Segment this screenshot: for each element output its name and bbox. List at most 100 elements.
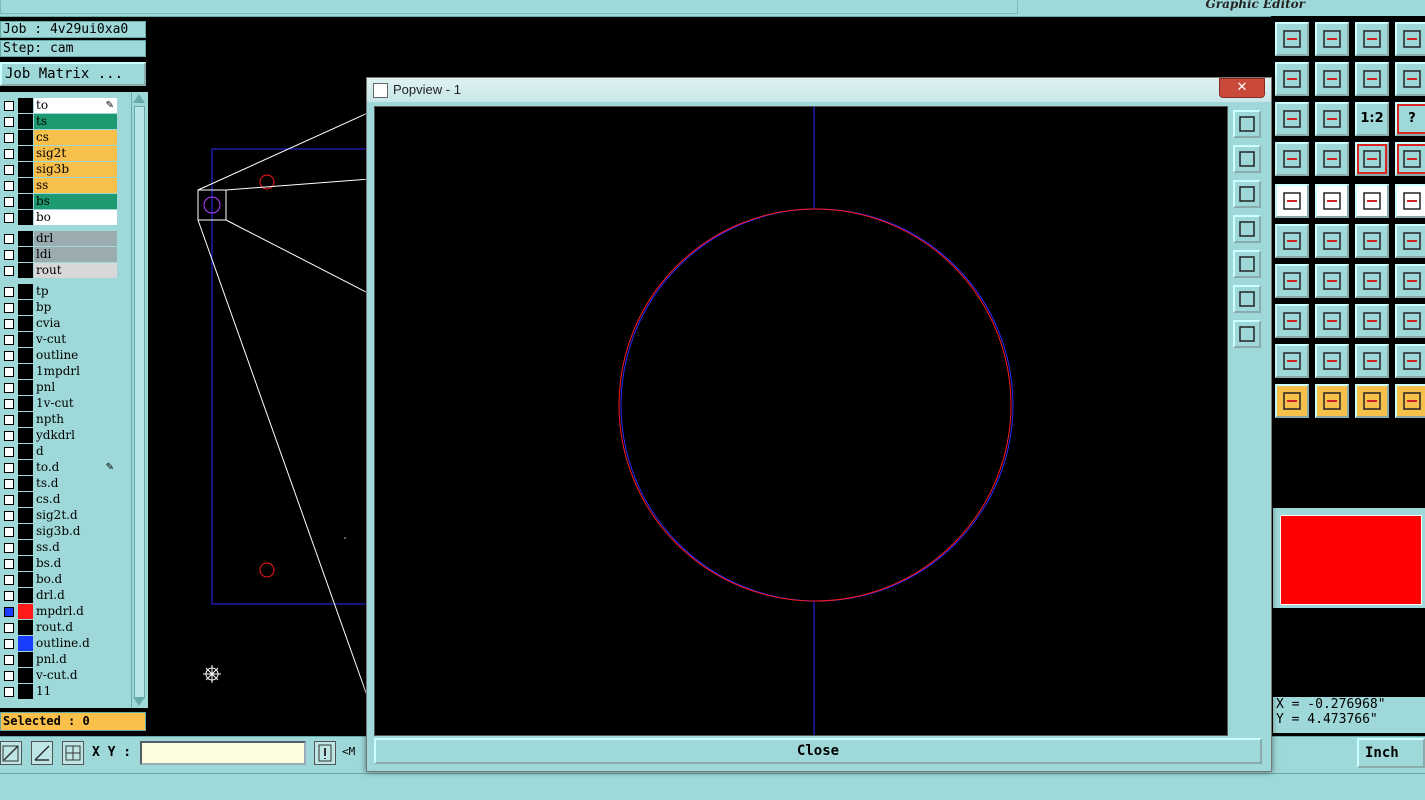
rect-select-icon[interactable] xyxy=(1315,184,1349,218)
layer-checkbox[interactable] xyxy=(4,527,14,537)
layer-checkbox[interactable] xyxy=(4,335,14,345)
layer-color-swatch[interactable] xyxy=(18,620,33,635)
layer-color-swatch[interactable] xyxy=(18,588,33,603)
layer-checkbox[interactable] xyxy=(4,463,14,473)
layer-checkbox[interactable] xyxy=(4,399,14,409)
layer-color-swatch[interactable] xyxy=(18,604,33,619)
layer-checkbox[interactable] xyxy=(4,181,14,191)
arc-icon[interactable] xyxy=(1355,344,1389,378)
route-icon[interactable] xyxy=(1395,384,1425,418)
layer-checkbox[interactable] xyxy=(4,266,14,276)
layer-checkbox[interactable] xyxy=(4,671,14,681)
layer-row[interactable]: ldi xyxy=(0,247,118,263)
netlist-icon[interactable] xyxy=(1355,142,1389,176)
scroll-thumb[interactable] xyxy=(134,106,145,698)
layer-color-swatch[interactable] xyxy=(18,114,33,129)
layer-checkbox[interactable] xyxy=(4,213,14,223)
layer-row[interactable]: bp xyxy=(0,300,118,316)
layer-checkbox[interactable] xyxy=(4,303,14,313)
layer-name[interactable]: sig2t.d xyxy=(34,508,117,523)
layer-row[interactable]: rout.d xyxy=(0,620,118,636)
layer-color-swatch[interactable] xyxy=(18,348,33,363)
netlist2-icon[interactable] xyxy=(1395,142,1425,176)
layer-color-swatch[interactable] xyxy=(18,178,33,193)
layer-name[interactable]: v-cut xyxy=(34,332,117,347)
popview-canvas[interactable] xyxy=(374,106,1228,736)
layer-row[interactable]: sig3b xyxy=(0,162,118,178)
layer-color-swatch[interactable] xyxy=(18,210,33,225)
layer-name[interactable]: sig3b xyxy=(34,162,117,177)
layer-checkbox[interactable] xyxy=(4,319,14,329)
layer-color-swatch[interactable] xyxy=(18,380,33,395)
layer-color-swatch[interactable] xyxy=(18,540,33,555)
layer-row[interactable]: npth xyxy=(0,412,118,428)
pointer2-icon[interactable] xyxy=(1315,384,1349,418)
layer-name[interactable]: tp xyxy=(34,284,117,299)
layer-name[interactable]: bs xyxy=(34,194,117,209)
layer-color-swatch[interactable] xyxy=(18,508,33,523)
layer-checkbox[interactable] xyxy=(4,591,14,601)
layer-row[interactable]: 1mpdrl xyxy=(0,364,118,380)
zoom-home-icon[interactable] xyxy=(1275,22,1309,56)
layer-color-swatch[interactable] xyxy=(18,194,33,209)
layer-checkbox[interactable] xyxy=(4,234,14,244)
rotate-icon[interactable] xyxy=(1355,264,1389,298)
zoom-in-icon[interactable] xyxy=(1315,22,1349,56)
layer-checkbox[interactable] xyxy=(4,197,14,207)
screen-icon[interactable] xyxy=(1395,22,1425,56)
layer-row[interactable]: to.d ✎ xyxy=(0,460,118,476)
layer-color-swatch[interactable] xyxy=(18,668,33,683)
pointer-icon[interactable] xyxy=(1275,384,1309,418)
layer-row[interactable]: sig2t.d xyxy=(0,508,118,524)
layer-name[interactable]: drl.d xyxy=(34,588,117,603)
layer-color-swatch[interactable] xyxy=(18,247,33,262)
pad-icon[interactable] xyxy=(1275,184,1309,218)
ruler-icon[interactable] xyxy=(1355,184,1389,218)
layer-checkbox[interactable] xyxy=(4,575,14,585)
layer-row[interactable]: 11 xyxy=(0,684,118,700)
layer-checkbox[interactable] xyxy=(4,687,14,697)
layer-color-swatch[interactable] xyxy=(18,460,33,475)
snap-icon[interactable] xyxy=(0,741,22,765)
layer-name[interactable]: npth xyxy=(34,412,117,427)
layer-name[interactable]: ts xyxy=(34,114,117,129)
layer-row[interactable]: ts.d xyxy=(0,476,118,492)
layer-name[interactable]: ldi xyxy=(34,247,117,262)
layer-color-swatch[interactable] xyxy=(18,396,33,411)
center-icon[interactable] xyxy=(1315,102,1349,136)
layer-checkbox[interactable] xyxy=(4,101,14,111)
layer-row[interactable]: ydkdrl xyxy=(0,428,118,444)
layer-checkbox[interactable] xyxy=(4,623,14,633)
layer-checkbox[interactable] xyxy=(4,149,14,159)
layer-checkbox[interactable] xyxy=(4,351,14,361)
popview-left-icon[interactable] xyxy=(1233,215,1261,243)
layer-name[interactable]: bs.d xyxy=(34,556,117,571)
layer-row[interactable]: drl.d xyxy=(0,588,118,604)
xy-input[interactable] xyxy=(140,741,306,765)
layer-name[interactable]: pnl xyxy=(34,380,117,395)
layer-color-swatch[interactable] xyxy=(18,284,33,299)
layer-color-swatch[interactable] xyxy=(18,652,33,667)
layer-row[interactable]: cs xyxy=(0,130,118,146)
measure-icon[interactable] xyxy=(31,741,53,765)
layer-name[interactable]: cvia xyxy=(34,316,117,331)
layer-row[interactable]: pnl xyxy=(0,380,118,396)
layer-name[interactable]: bp xyxy=(34,300,117,315)
layer-row[interactable]: sig2t xyxy=(0,146,118,162)
layer-checkbox[interactable] xyxy=(4,639,14,649)
angle-icon[interactable] xyxy=(1275,344,1309,378)
layer-color-swatch[interactable] xyxy=(18,316,33,331)
layer-name[interactable]: d xyxy=(34,444,117,459)
pointer3-icon[interactable] xyxy=(1355,384,1389,418)
layer-color-swatch[interactable] xyxy=(18,332,33,347)
popview-fit-icon[interactable] xyxy=(1233,285,1261,313)
layer-name[interactable]: cs.d xyxy=(34,492,117,507)
layer-checkbox[interactable] xyxy=(4,543,14,553)
layer-row[interactable]: rout xyxy=(0,263,118,279)
redo-icon[interactable] xyxy=(1395,62,1425,96)
layer-row[interactable]: tp xyxy=(0,284,118,300)
copy-icon[interactable] xyxy=(1275,304,1309,338)
layer-color-swatch[interactable] xyxy=(18,412,33,427)
layer-color-swatch[interactable] xyxy=(18,146,33,161)
layer-checkbox[interactable] xyxy=(4,655,14,665)
